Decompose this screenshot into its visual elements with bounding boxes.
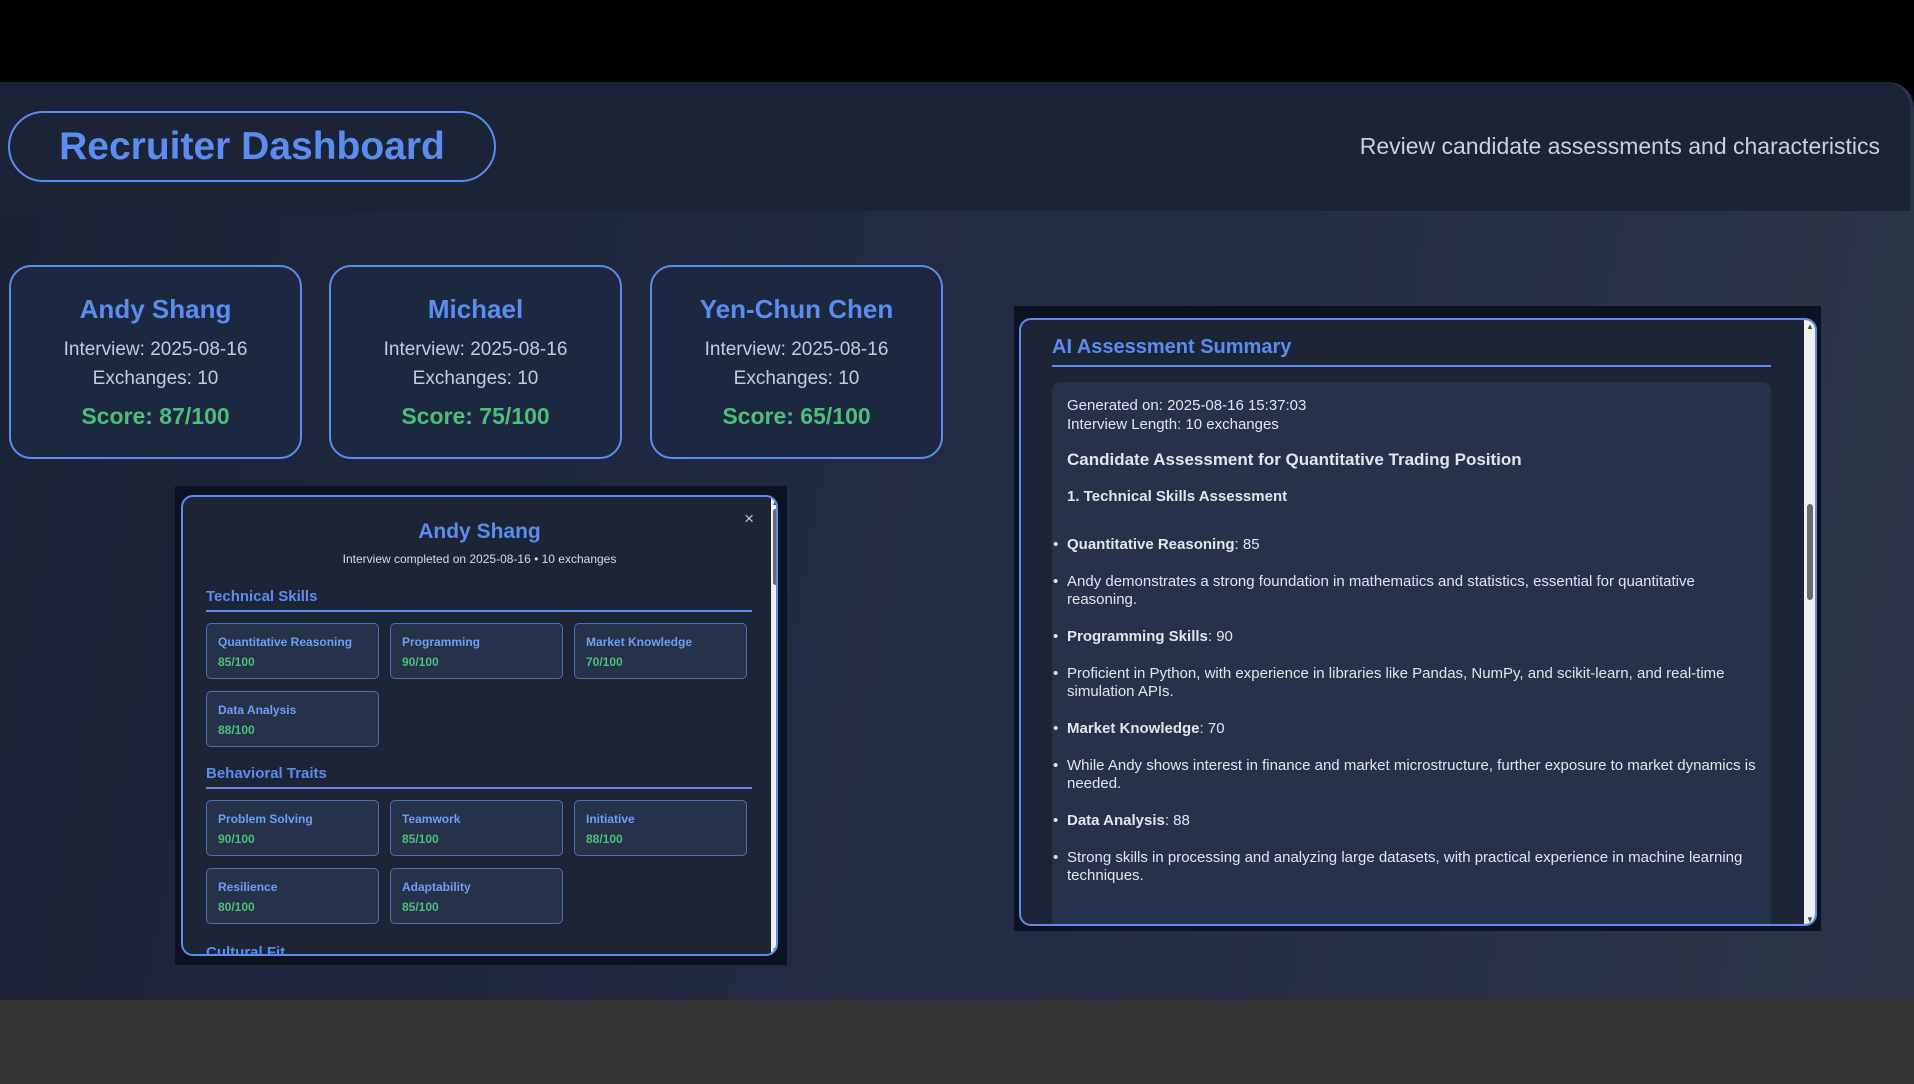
trait-label: Teamwork — [402, 812, 461, 826]
candidate-card-yen-chun-chen[interactable]: Yen-Chun Chen Interview: 2025-08-16 Exch… — [650, 265, 943, 459]
assessment-summary-window: AI Assessment Summary Generated on: 2025… — [1014, 306, 1821, 931]
skill-label: Quantitative Reasoning — [218, 635, 353, 649]
trait-label: Initiative — [586, 812, 635, 826]
candidate-interview-date: Interview: 2025-08-16 — [383, 339, 568, 360]
behavioral-traits-heading: Behavioral Traits — [206, 765, 752, 789]
detail-scrollbar[interactable]: ▲ ▼ — [771, 497, 776, 954]
technical-skills-grid: Quantitative Reasoning 85/100 Programmin… — [206, 623, 776, 747]
trait-value: 85/100 — [402, 832, 439, 846]
candidate-card-andy-shang[interactable]: Andy Shang Interview: 2025-08-16 Exchang… — [9, 265, 302, 459]
summary-heading: Candidate Assessment for Quantitative Tr… — [1067, 450, 1522, 469]
list-item: While Andy shows interest in finance and… — [1053, 757, 1757, 793]
candidate-score: Score: 65/100 — [722, 403, 871, 429]
summary-generated: Generated on: 2025-08-16 15:37:03 — [1067, 397, 1307, 414]
list-item: Andy demonstrates a strong foundation in… — [1053, 573, 1757, 609]
list-item: Market Knowledge: 70 — [1053, 720, 1757, 738]
cultural-fit-heading: Cultural Fit — [206, 944, 286, 956]
candidate-exchanges: Exchanges: 10 — [412, 368, 539, 389]
skill-card: Programming 90/100 — [390, 623, 563, 679]
skill-card: Quantitative Reasoning 85/100 — [206, 623, 379, 679]
skill-label: Programming — [402, 635, 481, 649]
summary-list: Quantitative Reasoning: 85 Andy demonstr… — [1053, 536, 1757, 885]
modal-candidate-subtitle: Interview completed on 2025-08-16 • 10 e… — [342, 552, 617, 566]
item-text: : 90 — [1207, 628, 1233, 645]
trait-card: Teamwork 85/100 — [390, 800, 563, 856]
skill-label: Data Analysis — [218, 703, 297, 717]
scroll-thumb[interactable] — [773, 509, 776, 585]
assessment-summary-modal: AI Assessment Summary Generated on: 2025… — [1019, 318, 1817, 926]
trait-label: Resilience — [218, 880, 278, 894]
trait-label: Adaptability — [402, 880, 471, 894]
behavioral-traits-grid: Problem Solving 90/100 Teamwork 85/100 I… — [206, 800, 776, 924]
item-label: Programming Skills — [1067, 628, 1208, 645]
scroll-thumb[interactable] — [1807, 504, 1813, 600]
candidate-detail-modal: × Andy Shang Interview completed on 2025… — [181, 495, 778, 956]
skill-value: 85/100 — [218, 655, 255, 669]
candidate-exchanges: Exchanges: 10 — [92, 368, 219, 389]
trait-card: Resilience 80/100 — [206, 868, 379, 924]
candidate-score: Score: 75/100 — [401, 403, 550, 429]
trait-label: Problem Solving — [218, 812, 313, 826]
summary-title: AI Assessment Summary — [1052, 336, 1771, 367]
item-text: : 70 — [1199, 720, 1225, 737]
close-icon[interactable]: × — [744, 509, 754, 529]
skill-card: Data Analysis 88/100 — [206, 691, 379, 747]
candidate-card-michael[interactable]: Michael Interview: 2025-08-16 Exchanges:… — [329, 265, 622, 459]
page-title: Recruiter Dashboard — [59, 124, 445, 168]
candidate-name: Andy Shang — [79, 294, 232, 324]
technical-skills-heading: Technical Skills — [206, 588, 752, 612]
trait-value: 80/100 — [218, 900, 255, 914]
list-item: Programming Skills: 90 — [1053, 628, 1757, 646]
dashboard-page: Recruiter Dashboard Review candidate ass… — [0, 82, 1914, 1000]
summary-section-heading: 1. Technical Skills Assessment — [1067, 488, 1288, 505]
item-text: While Andy shows interest in finance and… — [1067, 757, 1756, 792]
candidate-score: Score: 87/100 — [81, 403, 230, 429]
scroll-up-icon[interactable]: ▲ — [1804, 322, 1815, 331]
item-label: Market Knowledge — [1067, 720, 1200, 737]
trait-value: 90/100 — [218, 832, 255, 846]
item-text: Strong skills in processing and analyzin… — [1067, 849, 1743, 884]
item-text: Proficient in Python, with experience in… — [1067, 665, 1725, 700]
skill-label: Market Knowledge — [586, 635, 693, 649]
skill-value: 90/100 — [402, 655, 439, 669]
skill-value: 70/100 — [586, 655, 623, 669]
candidate-interview-date: Interview: 2025-08-16 — [63, 339, 248, 360]
item-label: Data Analysis — [1067, 812, 1165, 829]
list-item: Data Analysis: 88 — [1053, 812, 1757, 830]
candidate-interview-date: Interview: 2025-08-16 — [704, 339, 889, 360]
list-item: Strong skills in processing and analyzin… — [1053, 849, 1757, 885]
modal-candidate-name: Andy Shang — [418, 520, 541, 543]
scroll-down-icon[interactable]: ▼ — [1804, 915, 1815, 924]
item-text: : 88 — [1164, 812, 1190, 829]
trait-card: Adaptability 85/100 — [390, 868, 563, 924]
page-title-pill: Recruiter Dashboard — [8, 111, 496, 182]
scroll-up-icon[interactable]: ▲ — [771, 498, 776, 507]
candidate-name: Michael — [427, 294, 524, 324]
summary-length: Interview Length: 10 exchanges — [1067, 416, 1279, 433]
trait-card: Problem Solving 90/100 — [206, 800, 379, 856]
item-text: Andy demonstrates a strong foundation in… — [1067, 573, 1695, 608]
summary-body: Generated on: 2025-08-16 15:37:03 Interv… — [1052, 382, 1771, 924]
bottom-bar — [0, 1000, 1914, 1084]
dashboard-header: Recruiter Dashboard Review candidate ass… — [0, 82, 1910, 211]
candidate-detail-window: × Andy Shang Interview completed on 2025… — [175, 486, 787, 965]
trait-value: 88/100 — [586, 832, 623, 846]
trait-card: Initiative 88/100 — [574, 800, 747, 856]
candidate-exchanges: Exchanges: 10 — [733, 368, 860, 389]
skill-card: Market Knowledge 70/100 — [574, 623, 747, 679]
trait-value: 85/100 — [402, 900, 439, 914]
skill-value: 88/100 — [218, 723, 255, 737]
page-subtitle: Review candidate assessments and charact… — [1359, 133, 1880, 159]
list-item: Quantitative Reasoning: 85 — [1053, 536, 1757, 554]
scroll-down-icon[interactable]: ▼ — [771, 946, 776, 954]
candidate-name: Yen-Chun Chen — [699, 294, 894, 324]
list-item: Proficient in Python, with experience in… — [1053, 665, 1757, 701]
item-label: Quantitative Reasoning — [1067, 536, 1235, 553]
item-text: : 85 — [1234, 536, 1260, 553]
top-bar — [0, 0, 1914, 82]
summary-scrollbar[interactable]: ▲ ▼ — [1804, 320, 1815, 924]
